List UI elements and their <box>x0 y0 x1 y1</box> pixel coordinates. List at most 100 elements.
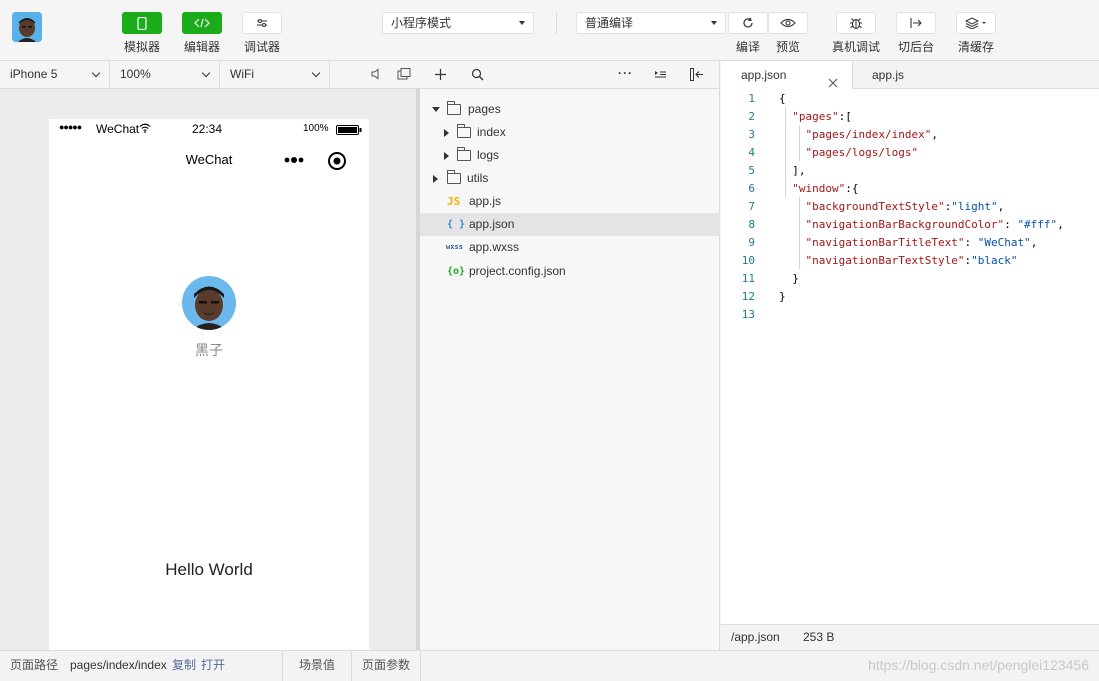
line-number: 11 <box>741 272 755 285</box>
code-editor[interactable]: 1 2 3 4 5 6 7 8 9 10 11 12 13 { "pages":[ "pages/ind… <box>721 89 1099 624</box>
code-line: "navigationBarTextStyle":"black" <box>805 254 1018 267</box>
nav-title: WeChat <box>185 152 233 167</box>
line-number: 10 <box>741 254 755 267</box>
device-select[interactable]: iPhone 5 <box>0 61 110 88</box>
search-icon[interactable] <box>471 68 484 84</box>
tree-file-app-wxss[interactable]: wxss app.wxss <box>420 236 720 259</box>
battery-icon <box>336 124 362 138</box>
code-icon <box>182 12 222 34</box>
tree-file-app-json[interactable]: { } app.json <box>420 213 720 236</box>
bug-icon <box>836 12 876 34</box>
tree-item-label: project.config.json <box>469 264 566 278</box>
close-capsule-icon[interactable] <box>327 151 347 174</box>
line-number: 8 <box>748 218 755 231</box>
caret-right-icon <box>444 129 449 137</box>
simulator-toolbar: iPhone 5 100% WiFi <box>0 61 420 89</box>
caret-down-icon <box>432 107 440 112</box>
folder-icon <box>447 170 461 184</box>
caret-down-icon <box>711 21 717 25</box>
page-path-value: pages/index/index <box>70 658 167 672</box>
background-button[interactable]: 切后台 <box>896 12 936 55</box>
profile-avatar[interactable] <box>182 276 236 330</box>
compile-mode-select[interactable]: 普通编译 <box>576 12 726 34</box>
code-line: ], <box>779 164 806 177</box>
user-avatar[interactable] <box>12 12 42 42</box>
code-line: } <box>779 290 786 303</box>
tree-folder-logs[interactable]: logs <box>420 144 720 167</box>
file-path: /app.json <box>731 630 780 644</box>
add-file-icon[interactable] <box>434 68 447 84</box>
editor-button[interactable]: 编辑器 <box>182 12 222 55</box>
volume-icon[interactable] <box>370 68 382 83</box>
tab-label: app.json <box>741 68 787 82</box>
detach-window-icon[interactable] <box>397 68 411 83</box>
page-params-button[interactable]: 页面参数 <box>362 651 410 679</box>
code-line: "window":{ <box>792 182 859 195</box>
tree-item-label: app.json <box>469 217 515 231</box>
copy-link[interactable]: 复制 <box>172 651 196 679</box>
collapse-all-icon[interactable] <box>654 69 667 83</box>
compile-select-value: 普通编译 <box>585 16 634 30</box>
more-options-icon[interactable]: ··· <box>618 66 633 80</box>
remote-debug-label: 真机调试 <box>832 40 881 54</box>
code-line: "backgroundTextStyle":"light", <box>805 200 1005 213</box>
tree-folder-utils[interactable]: utils <box>420 167 720 190</box>
editor-label: 编辑器 <box>183 40 220 54</box>
user-nickname: 黑子 <box>195 342 223 358</box>
preview-label: 预览 <box>775 40 800 54</box>
toolbar-divider <box>556 12 557 34</box>
simulator-label: 模拟器 <box>123 40 160 54</box>
phone-status-bar: ●●●●● WeChat 22:34 100% <box>49 119 369 139</box>
line-number: 4 <box>748 146 755 159</box>
remote-debug-button[interactable]: 真机调试 <box>832 12 880 55</box>
tree-item-label: index <box>477 125 506 139</box>
code-line: { <box>779 92 786 105</box>
tree-folder-index[interactable]: index <box>420 121 720 144</box>
file-size: 253 B <box>803 630 835 644</box>
mode-select-value: 小程序模式 <box>391 16 452 30</box>
open-link[interactable]: 打开 <box>201 651 225 679</box>
wifi-icon <box>139 122 151 136</box>
compile-button[interactable]: 编译 <box>728 12 768 55</box>
tree-item-label: app.js <box>469 194 502 208</box>
line-number: 3 <box>748 128 755 141</box>
code-line: "navigationBarTitleText": "WeChat", <box>805 236 1038 249</box>
zoom-select[interactable]: 100% <box>110 61 220 88</box>
editor-status-bar: /app.json 253 B <box>721 624 1099 650</box>
debugger-button[interactable]: 调试器 <box>242 12 282 55</box>
network-select[interactable]: WiFi <box>220 61 330 88</box>
tree-item-label: pages <box>468 102 501 116</box>
line-number: 12 <box>741 290 755 303</box>
code-line: "pages":[ <box>792 110 852 123</box>
file-tree: pages index logs utils JS app.js { } app… <box>420 89 720 650</box>
folder-icon <box>457 124 471 138</box>
mode-select[interactable]: 小程序模式 <box>382 12 534 34</box>
tab-app-json[interactable]: app.json <box>721 61 853 89</box>
scene-value-button[interactable]: 场景值 <box>299 651 335 679</box>
more-dots-icon[interactable] <box>283 152 305 171</box>
tree-file-app-js[interactable]: JS app.js <box>420 190 720 213</box>
compile-label: 编译 <box>735 40 760 54</box>
phone-screen: ●●●●● WeChat 22:34 100% WeChat 黑子 Hello … <box>49 119 369 650</box>
editor-tab-bar: app.json app.js <box>721 61 1099 89</box>
eye-icon <box>768 12 808 34</box>
tree-folder-pages[interactable]: pages <box>420 98 720 121</box>
line-number: 5 <box>748 164 755 177</box>
phone-icon <box>122 12 162 34</box>
divider <box>351 651 352 681</box>
simulator-button[interactable]: 模拟器 <box>122 12 162 55</box>
clear-cache-button[interactable]: 清缓存 <box>956 12 996 55</box>
tab-app-js[interactable]: app.js <box>852 61 952 89</box>
tree-file-project-config[interactable]: {o} project.config.json <box>420 260 720 283</box>
divider <box>282 651 283 681</box>
hide-tree-icon[interactable] <box>690 68 704 84</box>
phone-nav-bar: WeChat <box>49 139 369 183</box>
signal-dots-icon: ●●●●● <box>59 122 82 132</box>
simulator-panel: ●●●●● WeChat 22:34 100% WeChat 黑子 Hello … <box>0 89 420 650</box>
preview-button[interactable]: 预览 <box>768 12 808 55</box>
divider <box>420 651 421 681</box>
background-label: 切后台 <box>897 40 934 54</box>
chevron-down-icon <box>311 68 321 78</box>
debugger-label: 调试器 <box>243 40 280 54</box>
tree-item-label: utils <box>467 171 489 185</box>
